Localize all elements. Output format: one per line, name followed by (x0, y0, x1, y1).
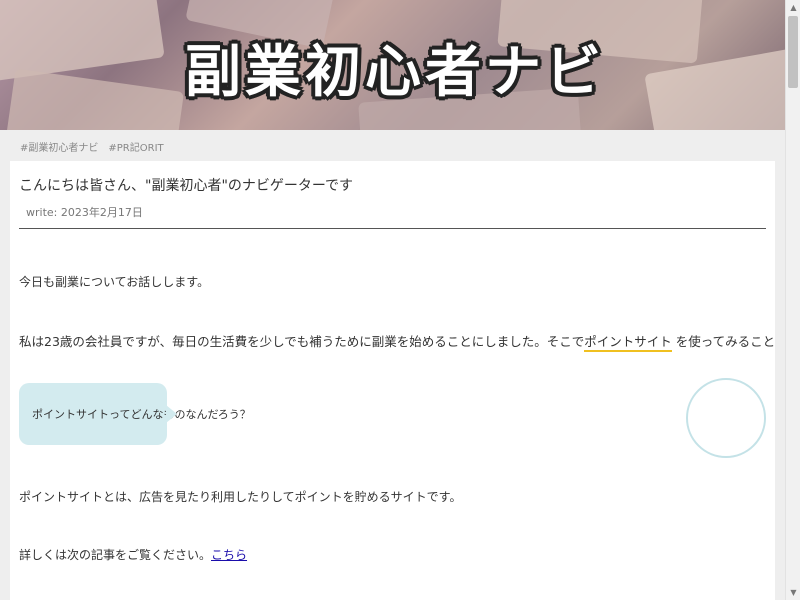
site-logo-title[interactable]: 副業初心者ナビ (165, 30, 625, 105)
speech-bubble: ポイントサイトってどんなものなんだろう？ (19, 383, 251, 445)
scrollbar-thumb[interactable] (788, 16, 798, 88)
banknote-decoration (5, 68, 185, 130)
site-header-banner[interactable]: 副業初心者ナビ (0, 0, 785, 130)
paragraph: 私は23歳の会社員ですが、毎日の生活費を少しでも補うために副業を始めることにしま… (19, 331, 775, 352)
speech-bubble-text: ポイントサイトってどんなものなんだろう？ (32, 408, 251, 421)
speaker-avatar (686, 378, 766, 458)
scroll-down-arrow-icon[interactable]: ▼ (786, 585, 800, 600)
article-date: write: 2023年2月17日 (26, 206, 143, 219)
scroll-up-arrow-icon[interactable]: ▲ (786, 0, 800, 15)
paragraph: 詳しくは次の記事をご覧ください。こちら (19, 546, 247, 563)
vertical-scrollbar[interactable]: ▲ ▼ (785, 0, 800, 600)
article-title: こんにちは皆さん、"副業初心者"のナビゲーターです (19, 178, 354, 194)
title-divider (19, 228, 766, 229)
paragraph: 今日も副業についてお話しします。 (19, 275, 210, 289)
article-content: こんにちは皆さん、"副業初心者"のナビゲーターです write: 2023年2月… (10, 161, 775, 600)
paragraph-text: 詳しくは次の記事をご覧ください。 (19, 548, 212, 562)
paragraph-text: を使ってみることにしました。 (675, 334, 775, 349)
highlighted-keyword: ポイントサイト (584, 334, 672, 352)
paragraph-text: 私は23歳の会社員ですが、毎日の生活費を少しでも補うために副業を始めることにしま… (19, 334, 585, 349)
tag-list: #副業初心者ナビ #PR記ORIT (20, 139, 164, 154)
tag-link[interactable]: #副業初心者ナビ (20, 139, 98, 154)
article-link[interactable]: こちら (211, 548, 247, 562)
tag-link[interactable]: #PR記ORIT (108, 139, 163, 154)
paragraph: ポイントサイトとは、広告を見たり利用したりしてポイントを貯めるサイトです。 (19, 490, 462, 504)
